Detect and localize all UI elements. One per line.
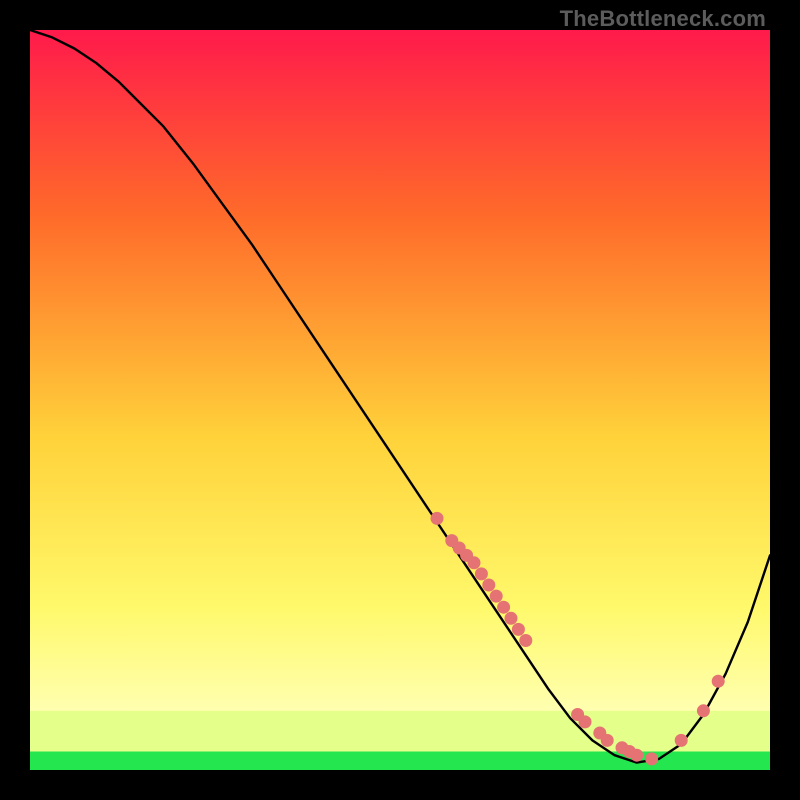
watermark-text: TheBottleneck.com bbox=[560, 6, 766, 32]
data-point bbox=[712, 675, 725, 688]
data-point bbox=[475, 567, 488, 580]
data-point bbox=[630, 749, 643, 762]
data-point bbox=[645, 752, 658, 765]
data-point bbox=[512, 623, 525, 636]
data-point bbox=[675, 734, 688, 747]
bottleneck-chart bbox=[30, 30, 770, 770]
near-optimal-band bbox=[30, 711, 770, 752]
data-point bbox=[601, 734, 614, 747]
chart-frame bbox=[30, 30, 770, 770]
data-point bbox=[431, 512, 444, 525]
data-point bbox=[579, 715, 592, 728]
data-point bbox=[468, 556, 481, 569]
data-point bbox=[505, 612, 518, 625]
data-point bbox=[697, 704, 710, 717]
heat-gradient bbox=[30, 30, 770, 770]
data-point bbox=[519, 634, 532, 647]
data-point bbox=[490, 590, 503, 603]
data-point bbox=[482, 579, 495, 592]
optimal-band bbox=[30, 752, 770, 771]
data-point bbox=[497, 601, 510, 614]
